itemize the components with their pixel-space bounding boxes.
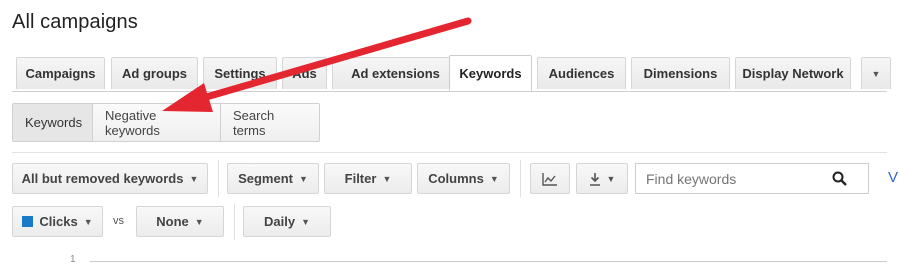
- subtab-label: Negative keywords: [105, 107, 160, 138]
- graph-gridline: [90, 261, 887, 262]
- chevron-down-icon: ▼: [301, 216, 310, 227]
- page-title: All campaigns: [12, 11, 138, 33]
- tab-ad-extensions[interactable]: Ad extensions: [332, 57, 459, 89]
- section-divider: [12, 152, 887, 153]
- tab-label: Ad extensions: [351, 66, 440, 81]
- filter-dropdown[interactable]: Filter ▼: [324, 163, 412, 194]
- tab-label: Keywords: [459, 66, 522, 81]
- chevron-down-icon: ▼: [606, 173, 616, 184]
- chevron-down-icon: ▼: [83, 216, 93, 227]
- chevron-down-icon: ▼: [382, 173, 392, 184]
- toolbar-divider: [218, 160, 219, 197]
- metric1-dropdown[interactable]: Clicks ▼: [12, 206, 103, 237]
- subtab-label: Search terms: [233, 107, 275, 138]
- tab-campaigns[interactable]: Campaigns: [16, 57, 105, 89]
- tab-label: Ads: [292, 66, 317, 81]
- chevron-down-icon: ▼: [489, 173, 499, 184]
- period-label: Daily: [264, 214, 296, 229]
- tab-label: Dimensions: [643, 66, 718, 81]
- main-tabs: Campaigns Ad groups Settings Ads Ad exte…: [16, 55, 899, 92]
- metric2-dropdown[interactable]: None ▼: [136, 206, 224, 237]
- chevron-down-icon: ▼: [871, 68, 881, 79]
- chevron-down-icon: ▼: [298, 173, 308, 184]
- graph-controls-divider: [234, 204, 235, 240]
- period-dropdown[interactable]: Daily ▼: [243, 206, 331, 237]
- vs-label: vs: [113, 215, 124, 227]
- filter-label: Filter: [344, 171, 377, 186]
- view-link[interactable]: V: [888, 169, 898, 186]
- status-filter-label: All but removed keywords: [21, 171, 184, 186]
- metric1-label: Clicks: [39, 214, 78, 229]
- subtab-negative-keywords[interactable]: Negative keywords: [93, 104, 221, 141]
- subtab-keywords[interactable]: Keywords: [13, 104, 93, 141]
- search-icon: [832, 171, 847, 186]
- tab-label: Audiences: [548, 66, 615, 81]
- segment-dropdown[interactable]: Segment ▼: [227, 163, 319, 194]
- segment-label: Segment: [238, 171, 293, 186]
- chevron-down-icon: ▼: [189, 173, 199, 184]
- search-input[interactable]: [635, 163, 812, 194]
- columns-label: Columns: [428, 171, 484, 186]
- tab-keywords[interactable]: Keywords: [449, 55, 532, 91]
- subtab-label: Keywords: [25, 115, 83, 130]
- tab-label: Ad groups: [122, 66, 187, 81]
- tabs-baseline: [12, 91, 887, 92]
- tab-display-network[interactable]: Display Network: [735, 57, 851, 89]
- tab-label: Display Network: [742, 66, 844, 81]
- subtabs: Keywords Negative keywords Search terms: [12, 103, 320, 142]
- y-axis-tick: 1: [70, 254, 76, 265]
- download-icon: [589, 172, 600, 186]
- tab-label: Campaigns: [25, 66, 96, 81]
- download-dropdown[interactable]: ▼: [576, 163, 628, 194]
- graph-toggle-button[interactable]: [530, 163, 570, 194]
- status-filter-dropdown[interactable]: All but removed keywords ▼: [12, 163, 208, 194]
- tab-ads[interactable]: Ads: [282, 57, 327, 89]
- metric2-label: None: [156, 214, 189, 229]
- tab-dimensions[interactable]: Dimensions: [631, 57, 730, 89]
- tab-settings[interactable]: Settings: [203, 57, 277, 89]
- line-chart-icon: [542, 172, 557, 186]
- more-tabs-button[interactable]: ▼: [861, 57, 891, 89]
- subtab-search-terms[interactable]: Search terms: [221, 104, 319, 141]
- tab-label: Settings: [214, 66, 266, 81]
- tab-audiences[interactable]: Audiences: [537, 57, 626, 89]
- columns-dropdown[interactable]: Columns ▼: [417, 163, 510, 194]
- toolbar-divider: [520, 160, 521, 197]
- tab-ad-groups[interactable]: Ad groups: [111, 57, 198, 89]
- chevron-down-icon: ▼: [194, 216, 204, 227]
- metric-color-swatch: [22, 216, 34, 227]
- search-button[interactable]: [811, 163, 869, 194]
